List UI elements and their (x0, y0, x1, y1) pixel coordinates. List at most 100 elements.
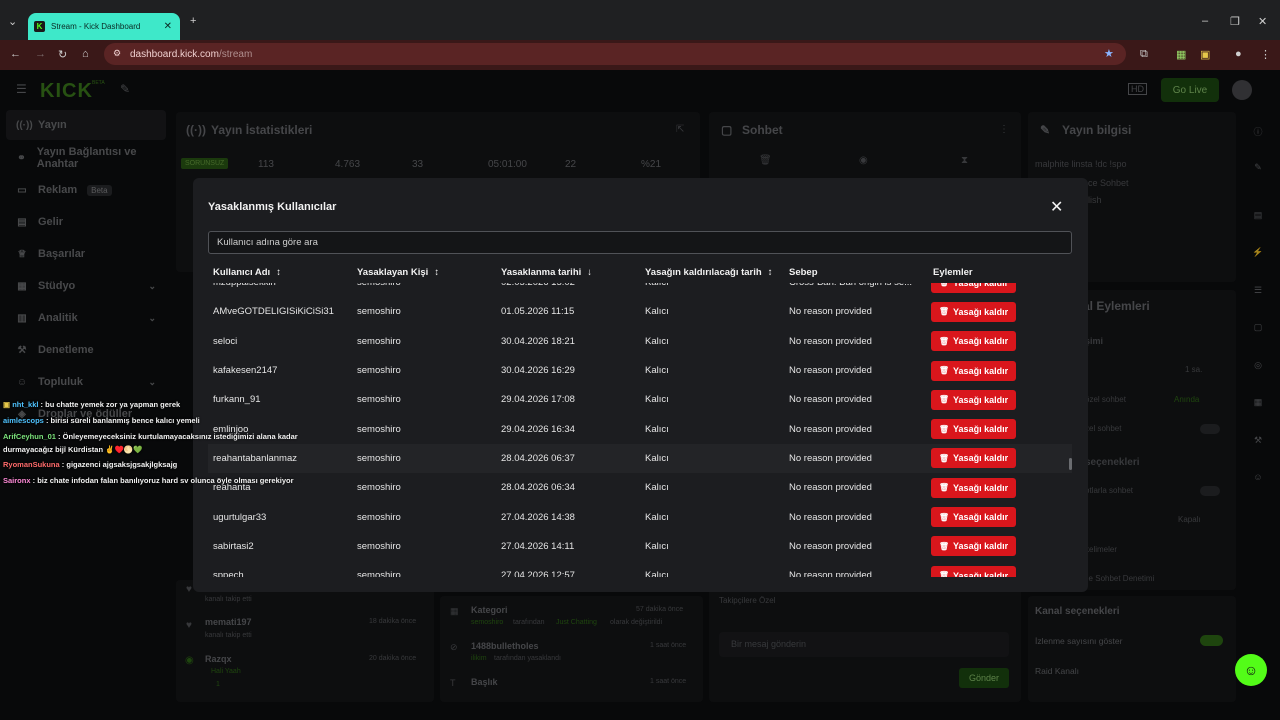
cell-ban-date: 27.04.2026 14:11 (501, 540, 575, 552)
cell-reason: No reason provided (789, 306, 872, 318)
close-icon[interactable]: ✕ (1050, 197, 1063, 217)
unban-button[interactable]: 🗑Yasağı kaldır (931, 360, 1016, 381)
cell-reason: No reason provided (789, 482, 872, 494)
col-reason: Sebep (784, 261, 928, 283)
cell-ban-date: 27.04.2026 12:57 (501, 570, 575, 577)
back-icon[interactable]: ← (10, 48, 21, 60)
unban-button[interactable]: 🗑Yasağı kaldır (931, 389, 1016, 410)
cell-actions: 🗑Yasağı kaldır (928, 565, 1072, 577)
extension-icon[interactable]: ▦ (1176, 48, 1186, 61)
sort-down-icon[interactable]: ↓ (587, 267, 592, 278)
cell-ban-date: 27.04.2026 14:38 (501, 511, 575, 523)
chat-user: ArifCeyhun_01 (3, 432, 56, 441)
reload-icon[interactable]: ↻ (58, 48, 67, 61)
column-header: Yasaklayan Kişi (357, 266, 429, 278)
table-body: mzuppalsekkinsemoshiro02.05.2026 15:02Ka… (208, 283, 1072, 577)
cell-reason: No reason provided (789, 540, 872, 552)
bookmark-star-icon[interactable]: ★ (1104, 47, 1114, 60)
column-header: Kullanıcı Adı (213, 266, 271, 278)
chat-overlay-line: RyomanSukuna : gigazenci ajgsaksjgsakjlg… (3, 460, 177, 469)
unban-button[interactable]: 🗑Yasağı kaldır (931, 448, 1016, 469)
profile-icon[interactable]: ● (1235, 48, 1242, 60)
cell-actions: 🗑Yasağı kaldır (928, 536, 1072, 557)
address-bar[interactable]: ⚙ dashboard.kick.com/stream ★ (104, 43, 1126, 65)
chat-text: : birisi süreli banlanmış bence kalıcı y… (45, 416, 200, 425)
cell-unban-date: Kalıcı (645, 570, 669, 577)
unban-label: Yasağı kaldır (953, 570, 1009, 577)
extensions-icon[interactable]: ⧉ (1140, 48, 1148, 61)
cell-ban-date: 29.04.2026 17:08 (501, 394, 575, 406)
cell-reason: No reason provided (789, 570, 872, 577)
column-header: Sebep (789, 266, 818, 278)
cell-actions: 🗑Yasağı kaldır (928, 283, 1072, 293)
cell-actions: 🗑Yasağı kaldır (928, 477, 1072, 498)
sort-icon[interactable]: ↕ (434, 267, 439, 278)
cell-banned-by: semoshiro (357, 482, 401, 494)
cell-banned-by: semoshiro (357, 335, 401, 347)
cell-unban-date: Kalıcı (640, 283, 784, 288)
col-username[interactable]: Kullanıcı Adı ↕ (208, 261, 352, 283)
unban-button[interactable]: 🗑Yasağı kaldır (931, 477, 1016, 498)
sort-icon[interactable]: ↕ (276, 267, 281, 278)
cell-reason: No reason provided (789, 335, 872, 347)
search-input[interactable] (208, 231, 1072, 254)
help-chat-button[interactable]: ☺ (1235, 654, 1267, 686)
cell-ban-date: 30.04.2026 16:29 (501, 365, 575, 377)
translate-icon[interactable]: ▣ (1200, 48, 1210, 61)
site-info-icon[interactable]: ⚙ (113, 48, 121, 59)
tab-menu-chevron-icon[interactable]: ⌄ (8, 15, 17, 28)
unban-button[interactable]: 🗑Yasağı kaldır (931, 565, 1016, 577)
unban-button[interactable]: 🗑Yasağı kaldır (931, 331, 1016, 352)
maximize-icon[interactable]: ❐ (1230, 15, 1240, 28)
cell-username: reahantabanlanmaz (213, 452, 297, 464)
trash-icon: 🗑 (938, 307, 950, 317)
cell-username: sabirtasi2 (213, 540, 254, 552)
chat-user: RyomanSukuna (3, 460, 60, 469)
col-unban-date[interactable]: Yasağın kaldırılacağı tarih ↕ (640, 261, 784, 283)
browser-tab-active[interactable]: K Stream - Kick Dashboard ✕ (28, 13, 180, 40)
cell-banned-by: semoshiro (357, 540, 401, 552)
table-header: Kullanıcı Adı ↕ Yasaklayan Kişi ↕ Yasaklan… (208, 261, 1072, 283)
table-scrollbar[interactable] (1069, 458, 1072, 470)
unban-label: Yasağı kaldır (953, 541, 1009, 552)
cell-banned-by: semoshiro (357, 306, 401, 318)
cell-banned-by: semoshiro (357, 511, 401, 523)
home-icon[interactable]: ⌂ (82, 48, 89, 60)
browser-menu-icon[interactable]: ⋮ (1260, 48, 1271, 61)
cell-actions: 🗑Yasağı kaldır (928, 301, 1072, 322)
minimize-icon[interactable]: – (1202, 15, 1208, 27)
cell-ban-date: 30.04.2026 18:21 (501, 335, 575, 347)
cell-unban-date: Kalıcı (645, 540, 669, 552)
banned-users-table[interactable]: mzuppalsekkinsemoshiro02.05.2026 15:02Ka… (208, 283, 1072, 577)
chat-overlay-line: ▣ nht_kkl : bu chatte yemek zor ya yapma… (3, 400, 180, 409)
col-banned-by[interactable]: Yasaklayan Kişi ↕ (352, 261, 496, 283)
unban-button[interactable]: 🗑Yasağı kaldır (931, 507, 1016, 528)
sort-icon[interactable]: ↕ (768, 267, 773, 278)
cell-reason: No reason provided (789, 452, 872, 464)
unban-button[interactable]: 🗑Yasağı kaldır (931, 283, 1016, 293)
trash-icon: 🗑 (938, 571, 950, 577)
cell-unban-date: Kalıcı (645, 482, 669, 494)
cell-username: AMveGOTDELIGISiKiCiSi31 (213, 306, 334, 318)
new-tab-icon[interactable]: + (190, 15, 196, 27)
window-close-icon[interactable]: ✕ (1258, 15, 1267, 28)
col-ban-date[interactable]: Yasaklanma tarihi ↓ (496, 261, 640, 283)
chat-text: : bu chatte yemek zor ya yapman gerek (40, 400, 181, 409)
unban-label: Yasağı kaldır (953, 424, 1009, 435)
chat-overlay-line: durmayacağız bijî Kürdistan ✌️♥️🌕💚 (3, 445, 142, 454)
cell-banned-by: semoshiro (357, 365, 401, 377)
unban-button[interactable]: 🗑Yasağı kaldır (931, 301, 1016, 322)
trash-icon: 🗑 (938, 424, 950, 434)
trash-icon: 🗑 (938, 512, 950, 522)
cell-reason: No reason provided (789, 511, 872, 523)
tab-close-icon[interactable]: ✕ (164, 21, 172, 32)
unban-label: Yasağı kaldır (953, 482, 1009, 493)
tab-title: Stream - Kick Dashboard (51, 22, 141, 31)
unban-label: Yasağı kaldır (953, 394, 1009, 405)
unban-button[interactable]: 🗑Yasağı kaldır (931, 419, 1016, 440)
forward-icon[interactable]: → (35, 48, 46, 60)
unban-label: Yasağı kaldır (953, 365, 1009, 376)
cell-ban-date: 28.04.2026 06:34 (501, 482, 575, 494)
cell-unban-date: Kalıcı (645, 423, 669, 435)
unban-button[interactable]: 🗑Yasağı kaldır (931, 536, 1016, 557)
